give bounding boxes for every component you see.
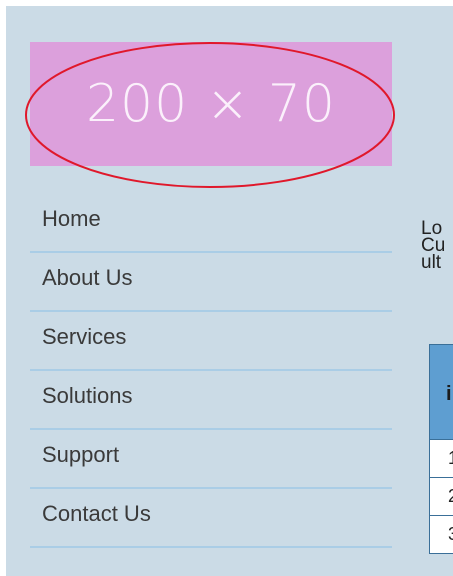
nav-item-home[interactable]: Home: [30, 194, 392, 253]
nav-item-about-us[interactable]: About Us: [30, 253, 392, 312]
content-paragraph: Lo Cu ult: [421, 219, 445, 273]
data-table: i 1 2 3: [429, 344, 453, 554]
nav-item-label: About Us: [42, 265, 133, 290]
nav-item-label: Contact Us: [42, 501, 151, 526]
table-row: 1: [429, 440, 453, 478]
paragraph-line: ult: [421, 252, 442, 273]
nav-item-contact-us[interactable]: Contact Us: [30, 489, 392, 548]
nav-item-label: Services: [42, 324, 127, 349]
table-row: 2: [429, 478, 453, 516]
main-navigation: Home About Us Services Solutions Support…: [30, 194, 392, 548]
nav-item-support[interactable]: Support: [30, 430, 392, 489]
logo-placeholder-text: 200 × 70: [85, 74, 337, 134]
nav-item-label: Support: [42, 442, 120, 467]
nav-item-solutions[interactable]: Solutions: [30, 371, 392, 430]
table-row: 3: [429, 516, 453, 554]
nav-item-label: Home: [42, 206, 101, 231]
nav-item-label: Solutions: [42, 383, 133, 408]
logo-placeholder[interactable]: 200 × 70: [30, 42, 392, 166]
table-header-cell: i: [429, 344, 453, 440]
page-area: 200 × 70 Home About Us Services Solution…: [6, 6, 453, 576]
nav-item-services[interactable]: Services: [30, 312, 392, 371]
